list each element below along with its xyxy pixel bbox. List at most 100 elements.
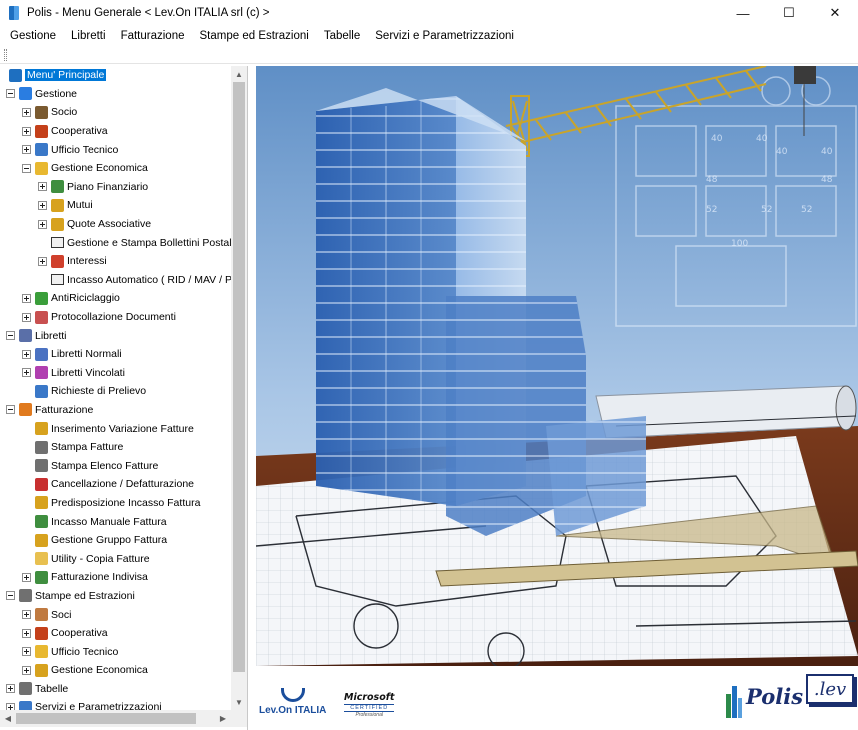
tree-node[interactable]: Menu' Principale bbox=[0, 66, 231, 85]
polis-icon bbox=[9, 68, 22, 82]
expand-icon[interactable] bbox=[22, 665, 31, 675]
blueprint-number: 52 bbox=[761, 205, 772, 215]
scroll-up-icon[interactable]: ▲ bbox=[231, 66, 247, 82]
collapse-icon[interactable] bbox=[6, 591, 15, 601]
expand-icon[interactable] bbox=[38, 200, 47, 210]
tree-node[interactable]: Gestione Economica bbox=[0, 661, 231, 680]
expand-icon[interactable] bbox=[22, 610, 31, 620]
tree-node[interactable]: Fatturazione Indivisa bbox=[0, 568, 231, 587]
tree-node[interactable]: Ufficio Tecnico bbox=[0, 642, 231, 661]
scroll-down-icon[interactable]: ▼ bbox=[231, 694, 247, 710]
polis-word: Polis bbox=[746, 684, 804, 709]
logos-strip: Lev.On ITALIA Microsoft CERTIFIED Profes… bbox=[256, 666, 858, 730]
expand-icon[interactable] bbox=[22, 312, 31, 322]
tree-node[interactable]: Predisposizione Incasso Fattura bbox=[0, 494, 231, 513]
close-button[interactable]: ✕ bbox=[812, 0, 858, 26]
expand-icon[interactable] bbox=[38, 219, 47, 229]
collapse-icon[interactable] bbox=[6, 331, 15, 341]
expand-icon[interactable] bbox=[22, 368, 31, 378]
tree-node-label: Stampe ed Estrazioni bbox=[35, 589, 135, 602]
tree-node[interactable]: Libretti Normali bbox=[0, 345, 231, 364]
tree-node[interactable]: Cooperativa bbox=[0, 122, 231, 141]
tree-node[interactable]: Soci bbox=[0, 605, 231, 624]
expand-icon[interactable] bbox=[38, 182, 47, 192]
scroll-left-icon[interactable]: ◀ bbox=[0, 710, 16, 727]
expand-icon[interactable] bbox=[22, 145, 31, 155]
tree-node[interactable]: Incasso Automatico ( RID / MAV / Poste ) bbox=[0, 271, 231, 290]
expand-icon[interactable] bbox=[22, 647, 31, 657]
expand-icon[interactable] bbox=[38, 256, 47, 266]
services-icon bbox=[19, 700, 32, 710]
tree-node[interactable]: Mutui bbox=[0, 196, 231, 215]
tree-node[interactable]: Cancellazione / Defatturazione bbox=[0, 475, 231, 494]
tree-node[interactable]: Gestione Economica bbox=[0, 159, 231, 178]
tree-node[interactable]: Stampa Elenco Fatture bbox=[0, 456, 231, 475]
tree-horizontal-scrollbar[interactable]: ◀ ▶ bbox=[0, 710, 231, 727]
tree-node[interactable]: Interessi bbox=[0, 252, 231, 271]
polis-app-icon bbox=[9, 6, 19, 20]
tree-node[interactable]: Quote Associative bbox=[0, 215, 231, 234]
tree-node[interactable]: Utility - Copia Fatture bbox=[0, 549, 231, 568]
menu-bar: Gestione Libretti Fatturazione Stampe ed… bbox=[0, 26, 858, 46]
scroll-right-icon[interactable]: ▶ bbox=[215, 710, 231, 727]
gestione-icon bbox=[19, 87, 32, 101]
group-invoice-icon bbox=[35, 533, 48, 547]
tree-node[interactable]: Servizi e Parametrizzazioni bbox=[0, 698, 231, 710]
tree-node[interactable]: AntiRiciclaggio bbox=[0, 289, 231, 308]
expand-icon[interactable] bbox=[22, 349, 31, 359]
menu-fatturazione[interactable]: Fatturazione bbox=[113, 30, 192, 42]
tree-node[interactable]: Fatturazione bbox=[0, 401, 231, 420]
tree-node-label: Predisposizione Incasso Fattura bbox=[51, 496, 201, 509]
menu-servizi-parametrizzazioni[interactable]: Servizi e Parametrizzazioni bbox=[367, 30, 521, 42]
libretti-icon bbox=[19, 329, 32, 343]
collapse-icon[interactable] bbox=[6, 405, 15, 415]
vertical-scroll-thumb[interactable] bbox=[233, 82, 245, 672]
professional-text: Professional bbox=[355, 712, 383, 718]
expand-icon[interactable] bbox=[22, 107, 31, 117]
expand-icon[interactable] bbox=[6, 684, 15, 694]
tree-node[interactable]: Gestione Gruppo Fattura bbox=[0, 531, 231, 550]
tree-node[interactable]: Protocollazione Documenti bbox=[0, 308, 231, 327]
form-icon bbox=[51, 274, 64, 286]
tree-node-label: Fatturazione bbox=[35, 403, 94, 416]
tree-node[interactable]: Incasso Manuale Fattura bbox=[0, 512, 231, 531]
tree-node[interactable]: Libretti Vincolati bbox=[0, 364, 231, 383]
tree-node[interactable]: Cooperativa bbox=[0, 624, 231, 643]
table-icon bbox=[19, 682, 32, 696]
tree-node[interactable]: Stampe ed Estrazioni bbox=[0, 587, 231, 606]
maximize-button[interactable]: ☐ bbox=[766, 0, 812, 26]
blueprint-number: 52 bbox=[706, 205, 717, 215]
tree-node[interactable]: Piano Finanziario bbox=[0, 178, 231, 197]
collapse-icon[interactable] bbox=[6, 89, 15, 99]
helmet-icon bbox=[35, 645, 48, 659]
minimize-button[interactable]: — bbox=[720, 0, 766, 26]
tree-node[interactable]: Inserimento Variazione Fatture bbox=[0, 419, 231, 438]
menu-stampe-estrazioni[interactable]: Stampe ed Estrazioni bbox=[192, 30, 316, 42]
toolbar-grip-icon[interactable] bbox=[4, 49, 7, 61]
tree-node[interactable]: Gestione bbox=[0, 85, 231, 104]
tree-node[interactable]: Gestione e Stampa Bollettini Postali bbox=[0, 233, 231, 252]
collapse-icon[interactable] bbox=[22, 163, 31, 173]
tree-node[interactable]: Libretti bbox=[0, 326, 231, 345]
tree-node[interactable]: Tabelle bbox=[0, 680, 231, 699]
horizontal-scroll-thumb[interactable] bbox=[16, 713, 196, 724]
expand-icon[interactable] bbox=[22, 126, 31, 136]
expand-icon[interactable] bbox=[6, 702, 15, 710]
blueprint-number: 52 bbox=[801, 205, 812, 215]
certified-text: CERTIFIED bbox=[344, 704, 395, 712]
expand-icon[interactable] bbox=[22, 293, 31, 303]
menu-tabelle[interactable]: Tabelle bbox=[316, 30, 367, 42]
menu-libretti[interactable]: Libretti bbox=[63, 30, 113, 42]
tree-node[interactable]: Stampa Fatture bbox=[0, 438, 231, 457]
blueprint-number: 48 bbox=[706, 175, 718, 185]
building-blueprint-illustration: 40 40 40 40 48 48 52 52 100 52 bbox=[256, 66, 858, 666]
tree-node-label: Gestione Gruppo Fattura bbox=[51, 534, 168, 547]
menu-gestione[interactable]: Gestione bbox=[0, 30, 63, 42]
tree-node[interactable]: Richieste di Prelievo bbox=[0, 382, 231, 401]
tree-node[interactable]: Ufficio Tecnico bbox=[0, 140, 231, 159]
tree-node[interactable]: Socio bbox=[0, 103, 231, 122]
tree-vertical-scrollbar[interactable]: ▲ ▼ bbox=[231, 66, 247, 710]
tree-node-label: Cancellazione / Defatturazione bbox=[51, 478, 195, 491]
expand-icon[interactable] bbox=[22, 628, 31, 638]
expand-icon[interactable] bbox=[22, 572, 31, 582]
